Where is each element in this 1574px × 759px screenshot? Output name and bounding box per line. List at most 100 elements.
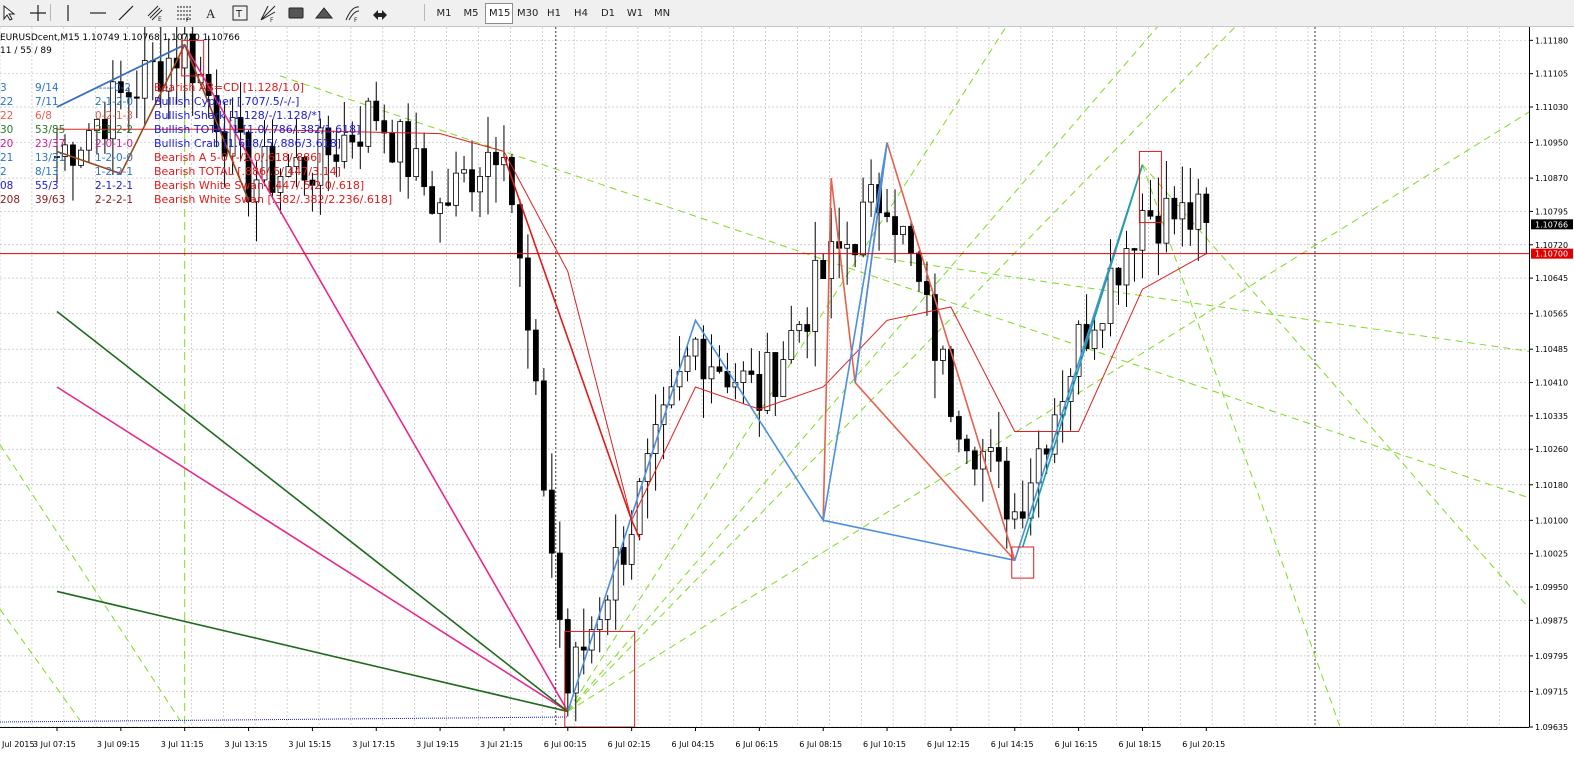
candle-bull (437, 202, 444, 214)
candle-bear (716, 366, 723, 372)
pattern-ratio: 53/85 (35, 124, 65, 136)
candle-bear (1043, 448, 1050, 455)
fibonacci-arcs-tool[interactable]: F (342, 3, 362, 23)
time-tick-label: 6 Jul 06:15 (735, 740, 778, 749)
candle-bear (995, 447, 1002, 462)
price-tick-label: 1.10870 (1535, 174, 1568, 183)
equidistant-channel-icon: E (147, 5, 163, 23)
pattern-code: 2-2-2-1 (95, 194, 133, 206)
candle-bull (477, 176, 483, 193)
candle-bear (804, 324, 811, 332)
candle-bull (900, 225, 906, 236)
candle-bear (70, 144, 76, 166)
candle-bull (1195, 193, 1202, 230)
text-label-icon: T (232, 5, 248, 21)
candle-bull (940, 348, 946, 361)
candle-bull (844, 244, 851, 249)
candle-bear (1019, 511, 1026, 519)
pattern-name: Bullish Cypher [.707/.5/-/-] (154, 95, 299, 108)
pattern-ratio: 55/3 (35, 180, 59, 192)
toolbar-separator (50, 4, 51, 21)
candle-bear (373, 100, 380, 122)
vertical-line-tool[interactable] (58, 3, 78, 22)
pattern-row: 22 6/8 0-2-1-3 Bullish Shark [1.128/-/1.128… (0, 109, 321, 122)
timeframe-m1-button[interactable]: M1 (431, 3, 457, 24)
time-tick-label: 6 Jul 08:15 (799, 740, 842, 749)
pattern-ratio: 39/63 (35, 194, 65, 206)
candle-bull (788, 330, 795, 361)
fibonacci-retracement-icon: F (177, 6, 191, 23)
timeframe-m30-button[interactable]: M30 (513, 3, 541, 24)
pattern-code: 2-1-2-0 (95, 96, 133, 108)
price-tick-label: 1.09635 (1535, 723, 1568, 732)
svg-text:F: F (186, 17, 190, 23)
timeframe-mn-button[interactable]: MN (649, 3, 675, 24)
timeframe-w1-button[interactable]: W1 (622, 3, 648, 24)
toolbar: E F A T F F M1 M5 M15 M30 H1 H4 D1 W1 MN (0, 0, 1574, 27)
price-tick-label: 1.10100 (1535, 516, 1568, 525)
svg-text:A: A (206, 6, 216, 21)
triangle-icon (314, 7, 334, 19)
rectangle-tool[interactable] (286, 3, 306, 22)
pattern-name: Bearish White Swan [.447/.5/2.0/.618] (154, 179, 364, 192)
horizontal-line-tool[interactable] (88, 3, 108, 22)
candle-bear (820, 259, 827, 280)
trendline-tool[interactable] (116, 3, 136, 22)
time-tick-label: 6 Jul 10:15 (863, 740, 906, 749)
time-tick-label: 6 Jul 18:15 (1118, 740, 1161, 749)
timeframe-h1-button[interactable]: H1 (541, 3, 567, 24)
cursor-tool[interactable] (0, 3, 20, 22)
candle-bear (916, 252, 922, 282)
candle-bear (349, 134, 356, 143)
candle-bull (764, 352, 771, 411)
candle-bear (955, 416, 962, 440)
price-tick-label: 1.10025 (1535, 550, 1568, 559)
price-tick-label: 1.10645 (1535, 274, 1568, 283)
crosshair-tool[interactable] (28, 3, 48, 22)
candle-bull (684, 355, 691, 373)
candle-bull (740, 370, 747, 383)
pattern-count: 2 (0, 166, 7, 178)
candle-bear (381, 120, 388, 134)
pattern-count: 22 (0, 96, 13, 108)
candle-bear (1171, 197, 1178, 220)
candle-bear (405, 121, 412, 177)
svg-text:F: F (270, 17, 274, 23)
candle-bear (564, 619, 571, 694)
candle-bear (429, 186, 436, 214)
candle-bear (333, 154, 340, 162)
timeframe-m15-button[interactable]: M15 (485, 3, 513, 24)
chart-subheader: 11 / 55 / 89 (0, 46, 52, 56)
equidistant-channel-tool[interactable]: E (146, 3, 166, 23)
timeframe-m5-button[interactable]: M5 (458, 3, 484, 24)
text-label-tool[interactable]: T (230, 3, 250, 22)
pattern-ratio: 23/37 (35, 138, 65, 150)
candle-bear (580, 646, 587, 651)
time-tick-label: 3 Jul 17:15 (352, 740, 395, 749)
rectangle-icon (288, 7, 304, 19)
pattern-code: 2-1-2-1 (95, 180, 133, 192)
pattern-count: 3 (0, 82, 7, 94)
fibonacci-retracement-tool[interactable]: F (174, 3, 194, 23)
pattern-row: 20 23/37 2-0-1-0 Bullish Crab [1.618/.5/.88… (0, 137, 341, 150)
price-chart[interactable]: 1.11180 1.11105 1.11030 1.10950 1.10870 1.107… (0, 27, 1574, 759)
text-tool[interactable]: A (202, 3, 222, 22)
candle-bull (397, 121, 404, 163)
fibonacci-fan-tool[interactable]: F (258, 3, 278, 23)
timeframe-d1-button[interactable]: D1 (595, 3, 621, 24)
candle-bear (493, 151, 499, 166)
svg-text:F: F (354, 17, 358, 23)
candle-bear (517, 204, 523, 259)
horizontal-line-icon (90, 12, 106, 14)
triangle-tool[interactable] (314, 3, 334, 22)
candle-bull (485, 151, 491, 177)
time-tick-label: 6 Jul 04:15 (672, 740, 715, 749)
price-axis (1529, 27, 1574, 759)
timeframe-h4-button[interactable]: H4 (568, 3, 594, 24)
pattern-name: Bearish A 5-0 [-/2.0/.618/.886] (154, 151, 321, 164)
price-tick-label: 1.10720 (1535, 241, 1568, 250)
candle-bear (908, 225, 914, 254)
arrows-dropdown-tool[interactable] (370, 3, 390, 22)
candle-bear (892, 216, 898, 236)
candle-bear (1131, 248, 1138, 251)
